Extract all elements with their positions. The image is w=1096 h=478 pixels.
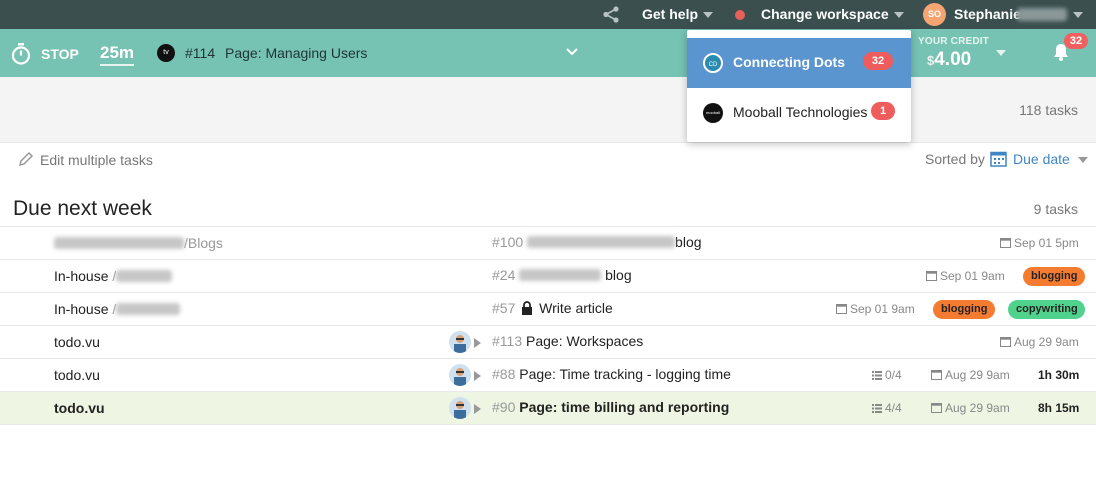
workspace-item-connecting-dots[interactable]: CD Connecting Dots 32 bbox=[687, 38, 911, 88]
table-row[interactable]: todo.vu #90 Page: time billing and repor… bbox=[0, 391, 1096, 424]
task-title[interactable]: #57 Write article bbox=[492, 300, 613, 316]
chevron-down-icon[interactable] bbox=[1073, 12, 1083, 18]
table-row[interactable]: todo.vu #113 Page: Workspaces Aug 29 9am bbox=[0, 325, 1096, 358]
assignee-avatar[interactable] bbox=[449, 397, 471, 419]
edit-multiple-tasks-button[interactable]: Edit multiple tasks bbox=[18, 151, 153, 168]
sorted-by-label: Sorted by bbox=[925, 151, 985, 167]
timer-task-title[interactable]: Page: Managing Users bbox=[225, 45, 367, 61]
checklist-progress: 0/4 bbox=[872, 368, 902, 382]
divider bbox=[0, 424, 1096, 425]
chevron-down-icon[interactable] bbox=[894, 12, 904, 18]
project-name[interactable]: In-house / bbox=[54, 301, 181, 317]
project-name[interactable]: todo.vu bbox=[54, 334, 100, 350]
task-title[interactable]: #113 Page: Workspaces bbox=[492, 333, 643, 349]
stopwatch-icon[interactable] bbox=[11, 43, 31, 65]
workspace-label: Connecting Dots bbox=[733, 54, 845, 70]
tag-copywriting[interactable]: copywriting bbox=[1008, 300, 1085, 319]
tag-blogging[interactable]: blogging bbox=[933, 300, 995, 319]
sort-by-dropdown[interactable]: Due date bbox=[1013, 151, 1070, 167]
workspace-logo: CD bbox=[703, 53, 723, 73]
notification-badge: 32 bbox=[1064, 33, 1088, 49]
section-title: Due next week bbox=[13, 197, 152, 220]
play-icon[interactable] bbox=[474, 371, 481, 381]
chevron-down-icon[interactable] bbox=[1078, 157, 1088, 163]
timer-bar: STOP 25m tv #114 Page: Managing Users YO… bbox=[0, 29, 1096, 77]
due-date: Sep 01 9am bbox=[836, 302, 915, 316]
lock-icon bbox=[522, 301, 533, 315]
assignee-avatar[interactable] bbox=[449, 364, 471, 386]
stop-button[interactable]: STOP bbox=[41, 46, 79, 62]
calendar-icon bbox=[931, 403, 942, 413]
credit-label: YOUR CREDIT bbox=[918, 36, 990, 47]
task-title[interactable]: #88 Page: Time tracking - logging time bbox=[492, 366, 731, 382]
time-logged: 8h 15m bbox=[1038, 401, 1080, 415]
task-title[interactable]: #90 Page: time billing and reporting bbox=[492, 399, 729, 415]
workspace-dropdown: CD Connecting Dots 32 mooball Mooball Te… bbox=[687, 30, 911, 142]
calendar-icon bbox=[1000, 238, 1011, 248]
due-date: Aug 29 9am bbox=[931, 368, 1010, 382]
timer-task-number[interactable]: #114 bbox=[185, 45, 215, 61]
calendar-icon[interactable] bbox=[990, 150, 1007, 167]
elapsed-time[interactable]: 25m bbox=[100, 43, 135, 66]
play-icon[interactable] bbox=[474, 338, 481, 348]
table-row[interactable]: /Blogs #100 blog Sep 01 5pm bbox=[0, 226, 1096, 259]
project-name[interactable]: /Blogs bbox=[54, 235, 223, 251]
project-name[interactable]: todo.vu bbox=[54, 400, 105, 416]
calendar-icon bbox=[836, 304, 847, 314]
workspace-label: Mooball Technologies bbox=[733, 104, 868, 120]
checklist-icon bbox=[872, 371, 882, 380]
checklist-icon bbox=[872, 404, 882, 413]
due-date: Aug 29 9am bbox=[931, 401, 1010, 415]
time-logged: 1h 30m bbox=[1038, 368, 1080, 382]
workspace-badge: 1 bbox=[871, 102, 895, 120]
user-name[interactable]: Stephanie bbox=[954, 0, 1021, 29]
due-date: Aug 29 9am bbox=[1000, 335, 1079, 349]
workspace-logo: mooball bbox=[703, 103, 723, 123]
checklist-progress: 4/4 bbox=[872, 401, 902, 415]
user-name-redacted bbox=[1017, 8, 1067, 21]
workspace-item-mooball[interactable]: mooball Mooball Technologies 1 bbox=[687, 88, 911, 138]
calendar-icon bbox=[1000, 337, 1011, 347]
get-help-menu[interactable]: Get help bbox=[642, 0, 698, 29]
due-date: Sep 01 9am bbox=[926, 269, 1005, 283]
calendar-icon bbox=[931, 370, 942, 380]
pencil-icon bbox=[18, 151, 34, 167]
tag-blogging[interactable]: blogging bbox=[1023, 267, 1085, 286]
assignee-avatar[interactable] bbox=[449, 331, 471, 353]
status-dot bbox=[735, 10, 745, 20]
play-icon[interactable] bbox=[474, 404, 481, 414]
chevron-down-icon[interactable] bbox=[996, 50, 1006, 56]
chevron-down-icon[interactable] bbox=[703, 12, 713, 18]
calendar-icon bbox=[926, 271, 937, 281]
task-title[interactable]: #24 blog bbox=[492, 267, 632, 283]
workspace-badge: 32 bbox=[863, 52, 893, 70]
project-name[interactable]: In-house / bbox=[54, 268, 173, 284]
table-row[interactable]: In-house / #24 blog Sep 01 9am blogging bbox=[0, 259, 1096, 292]
due-date: Sep 01 5pm bbox=[1000, 236, 1079, 250]
total-task-count: 118 tasks bbox=[1019, 102, 1078, 118]
project-logo-icon: tv bbox=[157, 44, 175, 62]
section-task-count: 9 tasks bbox=[1033, 201, 1078, 217]
user-avatar[interactable]: SO bbox=[923, 3, 946, 26]
share-icon[interactable] bbox=[602, 6, 620, 23]
credit-amount[interactable]: $4.00 bbox=[927, 49, 971, 71]
top-bar: Get help Change workspace SO Stephanie bbox=[0, 0, 1096, 29]
project-name[interactable]: todo.vu bbox=[54, 367, 100, 383]
task-title[interactable]: #100 blog bbox=[492, 234, 702, 250]
change-workspace-menu[interactable]: Change workspace bbox=[761, 0, 889, 29]
table-row[interactable]: In-house / #57 Write article Sep 01 9am … bbox=[0, 292, 1096, 325]
chevron-down-icon[interactable] bbox=[566, 48, 578, 56]
summary-area: 118 tasks bbox=[0, 77, 1096, 143]
table-row[interactable]: todo.vu #88 Page: Time tracking - loggin… bbox=[0, 358, 1096, 391]
